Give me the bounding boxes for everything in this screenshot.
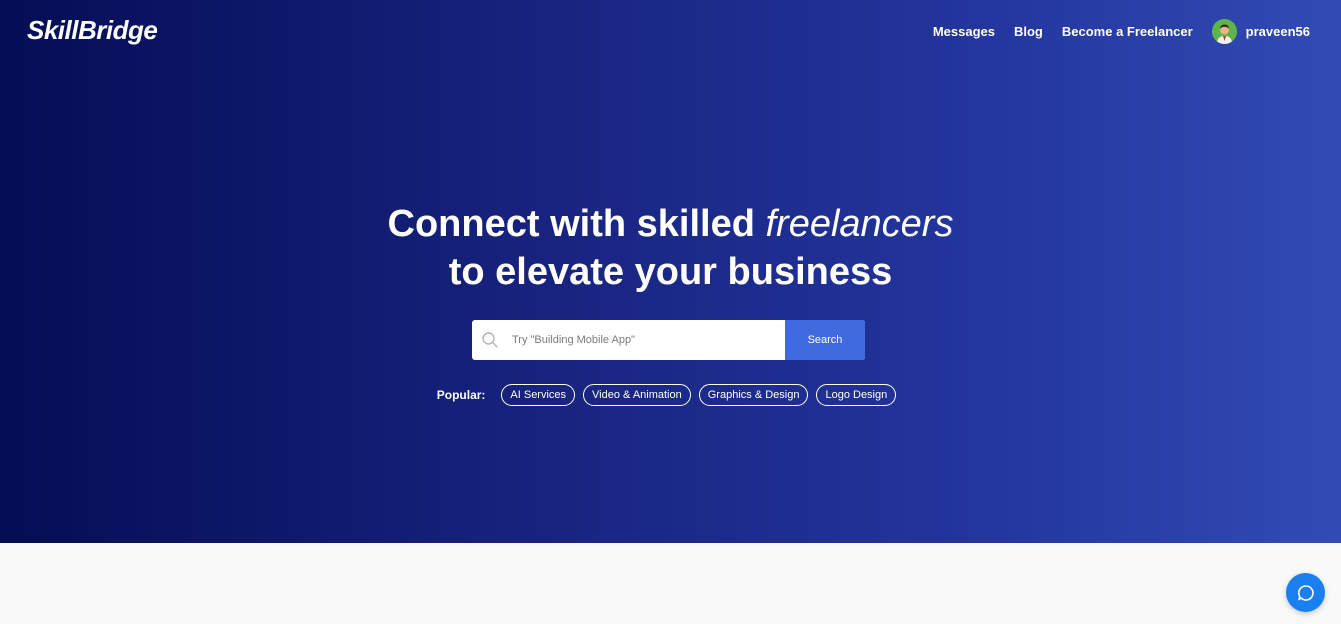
user-name[interactable]: praveen56 — [1246, 24, 1310, 39]
nav-links: Messages Blog Become a Freelancer pravee… — [914, 18, 1310, 44]
headline-text: Connect with skilled — [387, 203, 755, 245]
tag-graphics-design[interactable]: Graphics & Design — [698, 384, 809, 406]
nav-link-become-freelancer[interactable]: Become a Freelancer — [1062, 24, 1193, 39]
search-input[interactable] — [508, 320, 785, 360]
brand-logo[interactable]: SkillBridge — [27, 15, 158, 46]
tag-logo-design[interactable]: Logo Design — [816, 384, 897, 406]
chat-button[interactable] — [1286, 573, 1325, 612]
popular-tags: Popular: AI Services Video & Animation G… — [0, 384, 1341, 406]
nav-link-messages[interactable]: Messages — [933, 24, 995, 39]
search-icon — [472, 320, 508, 360]
chat-icon — [1297, 584, 1314, 601]
tag-ai-services[interactable]: AI Services — [501, 384, 576, 406]
headline-line-2: to elevate your business — [448, 251, 893, 293]
search-bar: Search — [472, 320, 865, 360]
hero-section: SkillBridge Messages Blog Become a Freel… — [0, 0, 1341, 543]
top-navbar: SkillBridge Messages Blog Become a Freel… — [0, 0, 1341, 62]
nav-link-blog[interactable]: Blog — [1014, 24, 1043, 39]
user-menu[interactable]: praveen56 — [1211, 18, 1310, 44]
user-avatar-icon — [1211, 18, 1237, 44]
hero-headline: Connect with skilled freelancers to elev… — [0, 200, 1341, 296]
headline-line-1: Connect with skilled freelancers — [0, 200, 1341, 248]
headline-accent: freelancers — [765, 203, 954, 245]
search-button[interactable]: Search — [785, 320, 865, 360]
tag-video-animation[interactable]: Video & Animation — [583, 384, 691, 406]
avatar[interactable] — [1211, 18, 1237, 44]
popular-label: Popular: — [436, 388, 486, 402]
